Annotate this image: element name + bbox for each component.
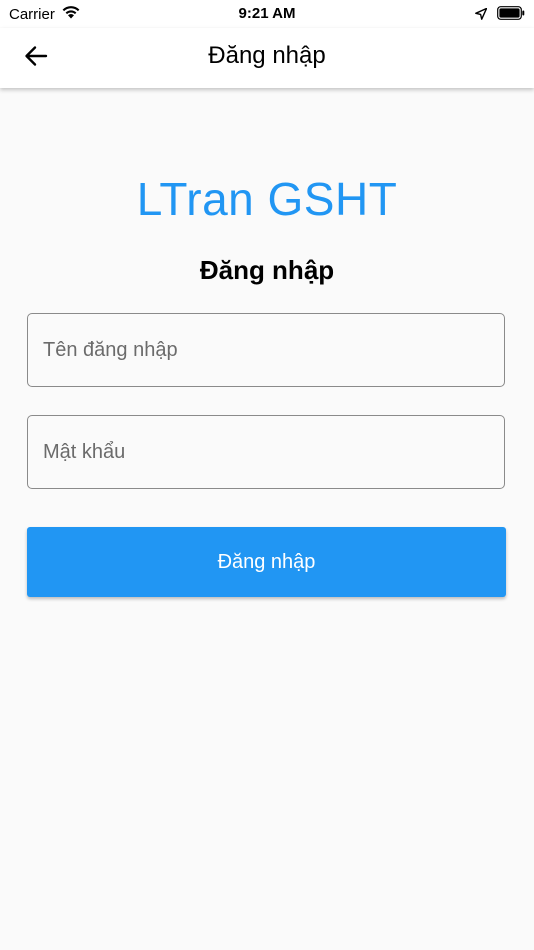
brand-title: LTran GSHT (136, 173, 398, 225)
status-right (475, 6, 525, 25)
location-arrow-icon (475, 7, 488, 25)
login-button-label: Đăng nhập (217, 550, 316, 573)
status-bar: Carrier 9:21 AM (0, 0, 534, 28)
username-field[interactable] (27, 313, 505, 387)
password-input[interactable] (28, 416, 504, 488)
battery-icon (497, 6, 525, 25)
page-title: Đăng nhập (208, 42, 326, 69)
login-button[interactable]: Đăng nhập (27, 527, 506, 597)
username-input[interactable] (28, 314, 504, 386)
app-bar: Đăng nhập (0, 28, 534, 88)
status-time: 9:21 AM (238, 5, 296, 22)
login-heading: Đăng nhập (199, 255, 335, 285)
password-field[interactable] (27, 415, 505, 489)
